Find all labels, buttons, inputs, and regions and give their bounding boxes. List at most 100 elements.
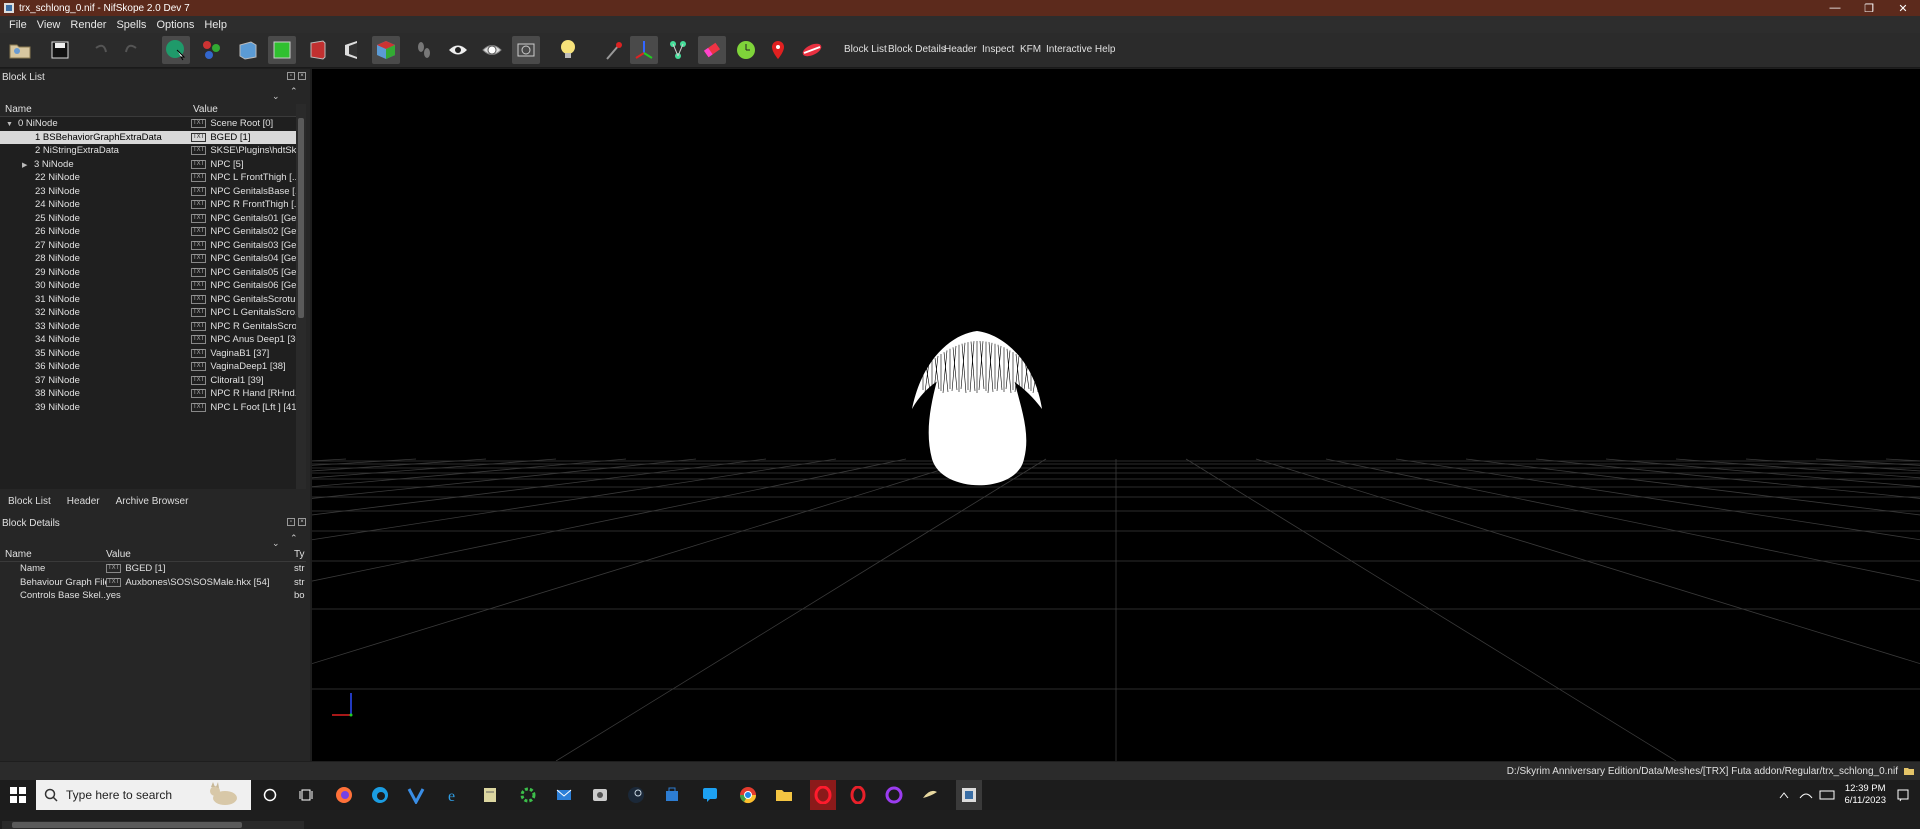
edge-taskbar[interactable] — [370, 785, 390, 805]
table-row[interactable]: 31 NiNode TXT NPC GenitalsScrotu... — [0, 293, 296, 307]
show-skeleton-button[interactable] — [664, 36, 692, 64]
maximize-button[interactable]: ❐ — [1852, 0, 1886, 16]
toolbar-kfm[interactable]: KFM — [1020, 44, 1041, 55]
notes-taskbar[interactable] — [480, 785, 500, 805]
redo-button[interactable] — [118, 36, 146, 64]
table-row[interactable]: ▼ 0 NiNode TXT Scene Root [0] — [0, 117, 296, 131]
view-flip-button[interactable] — [338, 36, 366, 64]
tab-archive-browser[interactable]: Archive Browser — [108, 494, 197, 510]
screenshot-button[interactable] — [512, 36, 540, 64]
opera-gx-taskbar[interactable] — [848, 785, 868, 805]
purple-app-taskbar[interactable] — [884, 785, 904, 805]
toolbar-block-list[interactable]: Block List — [844, 44, 887, 55]
table-row[interactable]: 35 NiNode TXT VaginaB1 [37] — [0, 347, 296, 361]
table-row[interactable]: 27 NiNode TXT NPC Genitals03 [Ge... — [0, 239, 296, 253]
tab-block-list[interactable]: Block List — [0, 494, 59, 510]
taskbar-clock[interactable]: 12:39 PM 6/11/2023 — [1844, 783, 1886, 807]
menu-options[interactable]: Options — [151, 19, 199, 31]
steam-taskbar[interactable] — [626, 785, 646, 805]
table-row[interactable]: 36 NiNode TXT VaginaDeep1 [38] — [0, 360, 296, 374]
detail-row[interactable]: Name TXT BGED [1] str — [0, 562, 306, 576]
show-hidden-button[interactable] — [444, 36, 472, 64]
show-nodes-button[interactable] — [478, 36, 506, 64]
notification-icon[interactable] — [1896, 788, 1910, 802]
explorer-taskbar[interactable] — [774, 785, 794, 805]
walk-mode-button[interactable] — [410, 36, 438, 64]
table-row[interactable]: 32 NiNode TXT NPC L GenitalsScro... — [0, 306, 296, 320]
render-viewport[interactable] — [0, 69, 1920, 762]
nifskope-taskbar[interactable] — [956, 780, 982, 810]
detail-value-cell[interactable]: yes — [106, 590, 294, 601]
column-name[interactable]: Name — [0, 104, 188, 116]
table-row[interactable]: 39 NiNode TXT NPC L Foot [Lft ] [41] — [0, 401, 296, 415]
details-col-value[interactable]: Value — [106, 549, 294, 561]
select-object-button[interactable] — [162, 36, 190, 64]
show-axes-button[interactable] — [630, 36, 658, 64]
hscroll-thumb[interactable] — [12, 822, 242, 828]
undo-button[interactable] — [86, 36, 114, 64]
table-row[interactable]: 24 NiNode TXT NPC R FrontThigh [... — [0, 198, 296, 212]
store-taskbar[interactable] — [662, 785, 682, 805]
animation-button[interactable] — [732, 36, 760, 64]
task-view-button[interactable] — [296, 785, 316, 805]
toolbar-inspect[interactable]: Inspect — [982, 44, 1014, 55]
table-row[interactable]: 28 NiNode TXT NPC Genitals04 [Ge... — [0, 252, 296, 266]
table-row[interactable]: 29 NiNode TXT NPC Genitals05 [Ge... — [0, 266, 296, 280]
details-hscrollbar[interactable] — [2, 821, 304, 829]
firefox-taskbar[interactable] — [334, 785, 354, 805]
select-multiple-button[interactable] — [198, 36, 226, 64]
table-row[interactable]: 38 NiNode TXT NPC R Hand [RHnd... — [0, 387, 296, 401]
float-dock-button[interactable]: ▫ — [287, 72, 295, 80]
tray-icons[interactable] — [1778, 788, 1838, 802]
chrome-taskbar[interactable] — [738, 785, 758, 805]
mail-taskbar[interactable] — [554, 785, 574, 805]
details-col-type[interactable]: Ty — [294, 549, 306, 561]
detail-row[interactable]: Behaviour Graph File TXT Auxbones\SOS\SOSM… — [0, 576, 306, 590]
table-row[interactable]: ▶ 3 NiNode TXT NPC [5] — [0, 158, 296, 172]
cortana-button[interactable] — [260, 785, 280, 805]
menu-render[interactable]: Render — [65, 19, 111, 31]
view-front-button[interactable] — [268, 36, 296, 64]
table-row[interactable]: 1 BSBehaviorGraphExtraData TXT BGED [1] — [0, 130, 296, 144]
table-row[interactable]: 37 NiNode TXT Clitoral1 [39] — [0, 374, 296, 388]
locate-button[interactable] — [764, 36, 792, 64]
view-top-button[interactable] — [234, 36, 262, 64]
toolbar-interactive-help[interactable]: Interactive Help — [1046, 44, 1115, 55]
table-row[interactable]: 34 NiNode TXT NPC Anus Deep1 [36] — [0, 333, 296, 347]
opera-active-taskbar[interactable] — [810, 780, 836, 810]
detail-row[interactable]: Controls Base Skel... yes bo — [0, 589, 306, 603]
minimize-button[interactable]: — — [1818, 0, 1852, 16]
table-row[interactable]: 26 NiNode TXT NPC Genitals02 [Ge... — [0, 225, 296, 239]
show-markers-button[interactable] — [698, 36, 726, 64]
column-value[interactable]: Value — [188, 104, 296, 116]
expand-arrow-right-icon[interactable]: ▶ — [22, 161, 34, 169]
chat-taskbar[interactable] — [700, 785, 720, 805]
menu-spells[interactable]: Spells — [111, 19, 151, 31]
tab-header[interactable]: Header — [59, 494, 108, 510]
table-row[interactable]: 33 NiNode TXT NPC R GenitalsScro... — [0, 320, 296, 334]
float-details-button[interactable]: ▫ — [287, 518, 295, 526]
detail-value-cell[interactable]: TXT Auxbones\SOS\SOSMale.hkx [54] — [106, 577, 294, 588]
open-file-button[interactable] — [6, 36, 34, 64]
mod-tool-taskbar[interactable] — [920, 785, 940, 805]
view-perspective-button[interactable] — [372, 36, 400, 64]
scrollbar-thumb[interactable] — [298, 118, 304, 318]
close-button[interactable]: ✕ — [1886, 0, 1920, 16]
app-taskbar[interactable] — [590, 785, 610, 805]
detail-value-cell[interactable]: TXT BGED [1] — [106, 563, 294, 574]
lighting-button[interactable] — [554, 36, 582, 64]
details-collapse-icon[interactable]: ⌄ — [272, 538, 280, 549]
table-row[interactable]: 23 NiNode TXT NPC GenitalsBase [... — [0, 185, 296, 199]
tool-taskbar[interactable] — [518, 785, 538, 805]
havok-button[interactable] — [798, 36, 826, 64]
block-list-scrollbar[interactable] — [296, 104, 306, 489]
close-dock-button[interactable]: × — [298, 72, 306, 80]
menu-file[interactable]: File — [4, 19, 32, 31]
save-button[interactable] — [46, 36, 74, 64]
table-row[interactable]: 22 NiNode TXT NPC L FrontThigh [... — [0, 171, 296, 185]
view-side-button[interactable] — [304, 36, 332, 64]
toolbar-block-details[interactable]: Block Details — [888, 44, 946, 55]
vortex-taskbar[interactable] — [406, 785, 426, 805]
taskbar-search-box[interactable]: Type here to search — [36, 780, 251, 810]
folder-small-icon[interactable] — [1904, 766, 1914, 776]
